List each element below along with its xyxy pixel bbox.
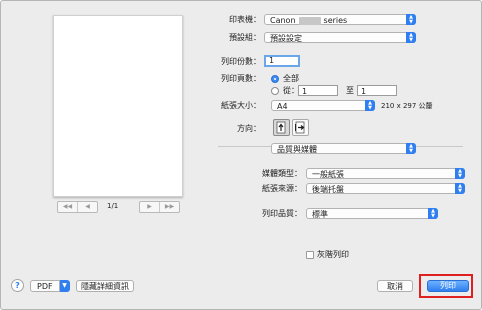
hide-details-button[interactable]: 隱藏詳細資訊 [76, 280, 134, 292]
pages-to-label: 至 [346, 86, 354, 95]
pages-from-label: 從： [283, 86, 299, 95]
updown-arrow-icon: ▲ ▼ [406, 14, 416, 25]
redacted-model [298, 16, 321, 25]
next-page-button[interactable]: ▶ [140, 202, 159, 212]
copies-input[interactable]: 1 [264, 55, 300, 67]
paper-source-value: 後端托盤 [312, 185, 344, 194]
help-button[interactable]: ? [11, 279, 24, 292]
print-quality-label: 列印品質： [262, 209, 302, 218]
pdf-label: PDF [30, 280, 60, 292]
media-type-value: 一般紙張 [312, 170, 344, 179]
page-indicator: 1/1 [107, 202, 119, 210]
landscape-icon [295, 121, 305, 134]
last-page-button[interactable]: ▶▶ [159, 202, 179, 212]
pages-label: 列印頁數： [221, 74, 261, 83]
updown-arrow-icon: ▲ ▼ [365, 100, 375, 111]
paper-size-popup[interactable]: A4 ▲ ▼ [271, 100, 375, 111]
paper-dimensions: 210 x 297 公釐 [381, 102, 433, 110]
presets-popup[interactable]: 預設設定 ▲ ▼ [264, 32, 416, 43]
print-dialog: ◀◀ ◀ 1/1 ▶ ▶▶ 印表機： Canon series ▲ ▼ 預設組： 預… [0, 0, 482, 310]
printer-popup[interactable]: Canon series ▲ ▼ [264, 14, 416, 25]
print-quality-popup[interactable]: 標準 ▲ ▼ [306, 208, 438, 219]
pdf-menu-button[interactable]: PDF ▼ [30, 280, 70, 292]
paper-size-value: A4 [277, 102, 288, 111]
pages-all-label: 全部 [283, 74, 299, 83]
pages-all-radio[interactable] [271, 75, 279, 83]
paper-source-label: 紙張來源： [262, 184, 302, 193]
updown-arrow-icon: ▲ ▼ [406, 32, 416, 43]
pages-to-input[interactable]: 1 [357, 85, 397, 96]
presets-label: 預設組： [229, 33, 261, 42]
updown-arrow-icon: ▲ ▼ [428, 208, 438, 219]
orientation-label: 方向： [237, 124, 261, 133]
updown-arrow-icon: ▲ ▼ [455, 168, 465, 179]
media-type-popup[interactable]: 一般紙張 ▲ ▼ [306, 168, 465, 179]
print-quality-value: 標準 [312, 210, 328, 219]
printer-name-suffix: series [323, 16, 348, 25]
pages-from-input[interactable]: 1 [298, 85, 338, 96]
landscape-button[interactable] [292, 119, 309, 136]
paper-size-label: 紙張大小： [221, 101, 261, 110]
chevron-down-icon: ▼ [59, 280, 70, 292]
print-button-highlight [419, 274, 473, 298]
preview-forward-nav: ▶ ▶▶ [139, 201, 180, 213]
printer-label: 印表機： [229, 15, 261, 24]
printer-name-prefix: Canon [270, 16, 296, 25]
first-page-button[interactable]: ◀◀ [58, 202, 77, 212]
updown-arrow-icon: ▲ ▼ [455, 183, 465, 194]
previous-page-button[interactable]: ◀ [77, 202, 97, 212]
grayscale-checkbox[interactable] [306, 251, 314, 259]
pages-range-radio[interactable] [271, 87, 279, 95]
paper-source-popup[interactable]: 後端托盤 ▲ ▼ [306, 183, 465, 194]
section-value: 品質與媒體 [277, 145, 317, 154]
print-preview [53, 15, 183, 197]
presets-value: 預設設定 [270, 34, 302, 43]
portrait-icon [276, 121, 286, 134]
updown-arrow-icon: ▲ ▼ [406, 143, 416, 154]
copies-label: 列印份數： [221, 57, 261, 66]
cancel-button[interactable]: 取消 [377, 280, 413, 292]
portrait-button[interactable] [273, 119, 290, 136]
preview-back-nav: ◀◀ ◀ [57, 201, 98, 213]
grayscale-label: 灰階列印 [317, 250, 349, 259]
media-type-label: 媒體類型： [262, 169, 302, 178]
section-popup[interactable]: 品質與媒體 ▲ ▼ [271, 143, 416, 154]
